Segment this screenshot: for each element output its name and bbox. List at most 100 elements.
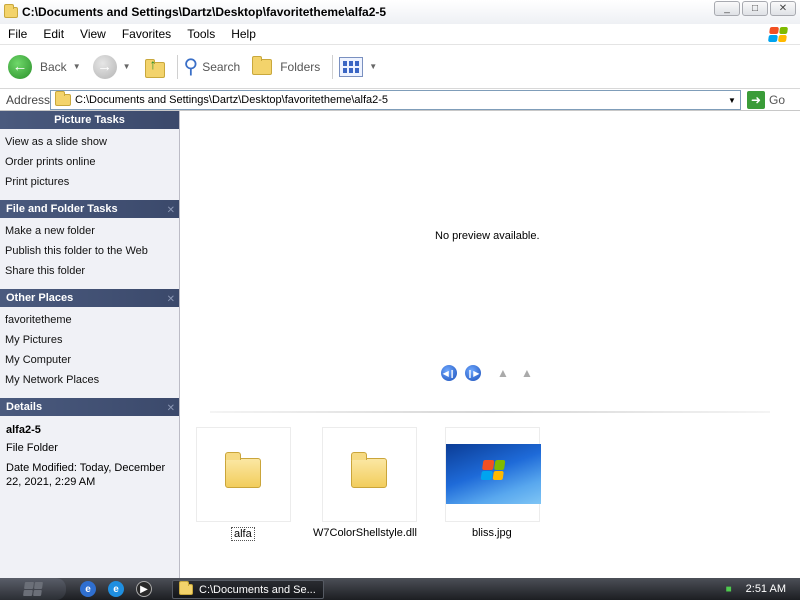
picture-tasks-header[interactable]: Picture Tasks <box>0 111 179 129</box>
menu-edit[interactable]: Edit <box>35 24 72 45</box>
bliss-image <box>446 444 541 504</box>
forward-dropdown-icon[interactable]: ▼ <box>123 62 131 71</box>
menu-file[interactable]: File <box>0 24 35 45</box>
go-arrow-icon: ➜ <box>747 91 765 109</box>
views-dropdown-icon[interactable]: ▼ <box>369 62 377 71</box>
back-button[interactable]: ← Back ▼ <box>8 54 81 79</box>
place-my-network-places[interactable]: My Network Places <box>5 370 179 390</box>
up-folder-icon: ↑ <box>143 56 165 78</box>
file-folder-tasks-list: Make a new folder Publish this folder to… <box>0 218 179 289</box>
address-value[interactable]: C:\Documents and Settings\Dartz\Desktop\… <box>75 94 388 106</box>
order-prints-link[interactable]: Order prints online <box>5 152 179 172</box>
network-icon[interactable]: ■ <box>722 582 736 596</box>
address-dropdown-icon[interactable]: ▼ <box>724 91 740 109</box>
other-places-list: favoritetheme My Pictures My Computer My… <box>0 307 179 398</box>
collapse-icon[interactable]: ✕ <box>167 400 175 418</box>
new-folder-link[interactable]: Make a new folder <box>5 221 179 241</box>
filmstrip-divider <box>210 411 770 413</box>
picture-tasks-list: View as a slide show Order prints online… <box>0 129 179 200</box>
thumbnail-bliss[interactable] <box>445 427 541 522</box>
file-label[interactable]: W7ColorShellstyle.dll <box>313 527 417 539</box>
file-label[interactable]: bliss.jpg <box>472 527 512 539</box>
search-button[interactable]: ⚲ Search <box>184 54 241 79</box>
preview-message: No preview available. <box>435 230 540 242</box>
previous-image-icon[interactable]: ◀❙ <box>441 365 457 381</box>
views-icon <box>339 56 364 77</box>
thumbnail-alfa[interactable] <box>196 427 291 522</box>
toolbar-separator <box>332 54 334 79</box>
details-title: Details <box>6 401 43 413</box>
browser-quicklaunch-icon[interactable]: e <box>80 581 96 597</box>
details-panel: alfa2-5 File Folder Date Modified: Today… <box>0 416 179 497</box>
minimize-button[interactable]: _ <box>714 1 740 16</box>
close-button[interactable]: ✕ <box>770 1 796 16</box>
rotate-counterclockwise-icon[interactable]: ▲ <box>521 366 539 380</box>
folders-icon <box>252 55 273 75</box>
back-label: Back <box>40 59 67 74</box>
address-label: Address <box>6 92 51 107</box>
folder-icon <box>4 4 18 18</box>
thumbnail-w7colorshellstyle[interactable] <box>322 427 417 522</box>
taskbar-explorer-button[interactable]: C:\Documents and Se... <box>172 580 324 599</box>
toolbar: ← Back ▼ → ▼ ↑ ⚲ Search Folders ▼ <box>0 45 800 89</box>
collapse-icon[interactable]: ✕ <box>167 291 175 309</box>
file-folder-tasks-header[interactable]: File and Folder Tasks ✕ <box>0 200 179 218</box>
details-header[interactable]: Details ✕ <box>0 398 179 416</box>
back-dropdown-icon[interactable]: ▼ <box>73 62 81 71</box>
folders-button[interactable]: Folders <box>252 55 321 75</box>
search-icon: ⚲ <box>183 56 199 78</box>
details-modified: Date Modified: Today, December 22, 2021,… <box>6 462 166 488</box>
back-arrow-icon: ← <box>8 54 32 79</box>
file-label[interactable]: alfa <box>231 527 255 541</box>
folder-icon <box>55 91 71 106</box>
title-bar: C:\Documents and Settings\Dartz\Desktop\… <box>0 0 800 24</box>
file-folder-tasks-title: File and Folder Tasks <box>6 203 118 215</box>
other-places-header[interactable]: Other Places ✕ <box>0 289 179 307</box>
go-button[interactable]: ➜ Go <box>747 91 785 109</box>
menu-bar: File Edit View Favorites Tools Help <box>0 24 800 45</box>
menu-view[interactable]: View <box>72 24 114 45</box>
print-pictures-link[interactable]: Print pictures <box>5 172 179 192</box>
menu-help[interactable]: Help <box>223 24 264 45</box>
share-folder-link[interactable]: Share this folder <box>5 261 179 281</box>
search-label: Search <box>202 59 241 74</box>
media-player-icon[interactable]: ▶ <box>136 581 152 597</box>
clock[interactable]: 2:51 AM <box>746 583 786 595</box>
forward-button[interactable]: → ▼ <box>92 54 131 79</box>
task-pane: Picture Tasks View as a slide show Order… <box>0 111 180 578</box>
folders-label: Folders <box>280 59 321 74</box>
maximize-button[interactable]: □ <box>742 1 768 16</box>
windows-logo-icon <box>763 24 794 45</box>
publish-web-link[interactable]: Publish this folder to the Web <box>5 241 179 261</box>
forward-arrow-icon: → <box>92 54 117 79</box>
address-bar: Address C:\Documents and Settings\Dartz\… <box>0 89 800 111</box>
start-button[interactable] <box>0 578 66 600</box>
folder-icon <box>225 452 261 488</box>
folder-icon <box>179 581 193 595</box>
folder-icon <box>351 452 387 488</box>
internet-explorer-icon[interactable]: e <box>108 581 124 597</box>
views-button[interactable]: ▼ <box>339 56 377 77</box>
window-controls: _ □ ✕ <box>714 1 796 16</box>
other-places-title: Other Places <box>6 292 74 304</box>
taskbar: e e ▶ C:\Documents and Se... ■ 2:51 AM <box>0 578 800 600</box>
slide-show-link[interactable]: View as a slide show <box>5 132 179 152</box>
window-title: C:\Documents and Settings\Dartz\Desktop\… <box>22 5 387 19</box>
details-item-type: File Folder <box>6 442 58 454</box>
menu-favorites[interactable]: Favorites <box>114 24 179 45</box>
place-favoritetheme[interactable]: favoritetheme <box>5 310 179 330</box>
place-my-pictures[interactable]: My Pictures <box>5 330 179 350</box>
address-field[interactable]: C:\Documents and Settings\Dartz\Desktop\… <box>50 90 741 110</box>
details-item-name: alfa2-5 <box>6 424 41 436</box>
menu-tools[interactable]: Tools <box>179 24 223 45</box>
rotate-clockwise-icon[interactable]: ▲ <box>497 366 515 380</box>
go-label: Go <box>769 93 786 107</box>
windows-logo-icon <box>480 460 506 480</box>
next-image-icon[interactable]: ❙▶ <box>465 365 481 381</box>
up-folder-button[interactable]: ↑ <box>143 56 165 78</box>
system-tray: ■ 2:51 AM <box>716 578 800 600</box>
taskbar-button-label: C:\Documents and Se... <box>199 583 316 596</box>
place-my-computer[interactable]: My Computer <box>5 350 179 370</box>
windows-logo-icon <box>23 582 43 596</box>
collapse-icon[interactable]: ✕ <box>167 202 175 220</box>
